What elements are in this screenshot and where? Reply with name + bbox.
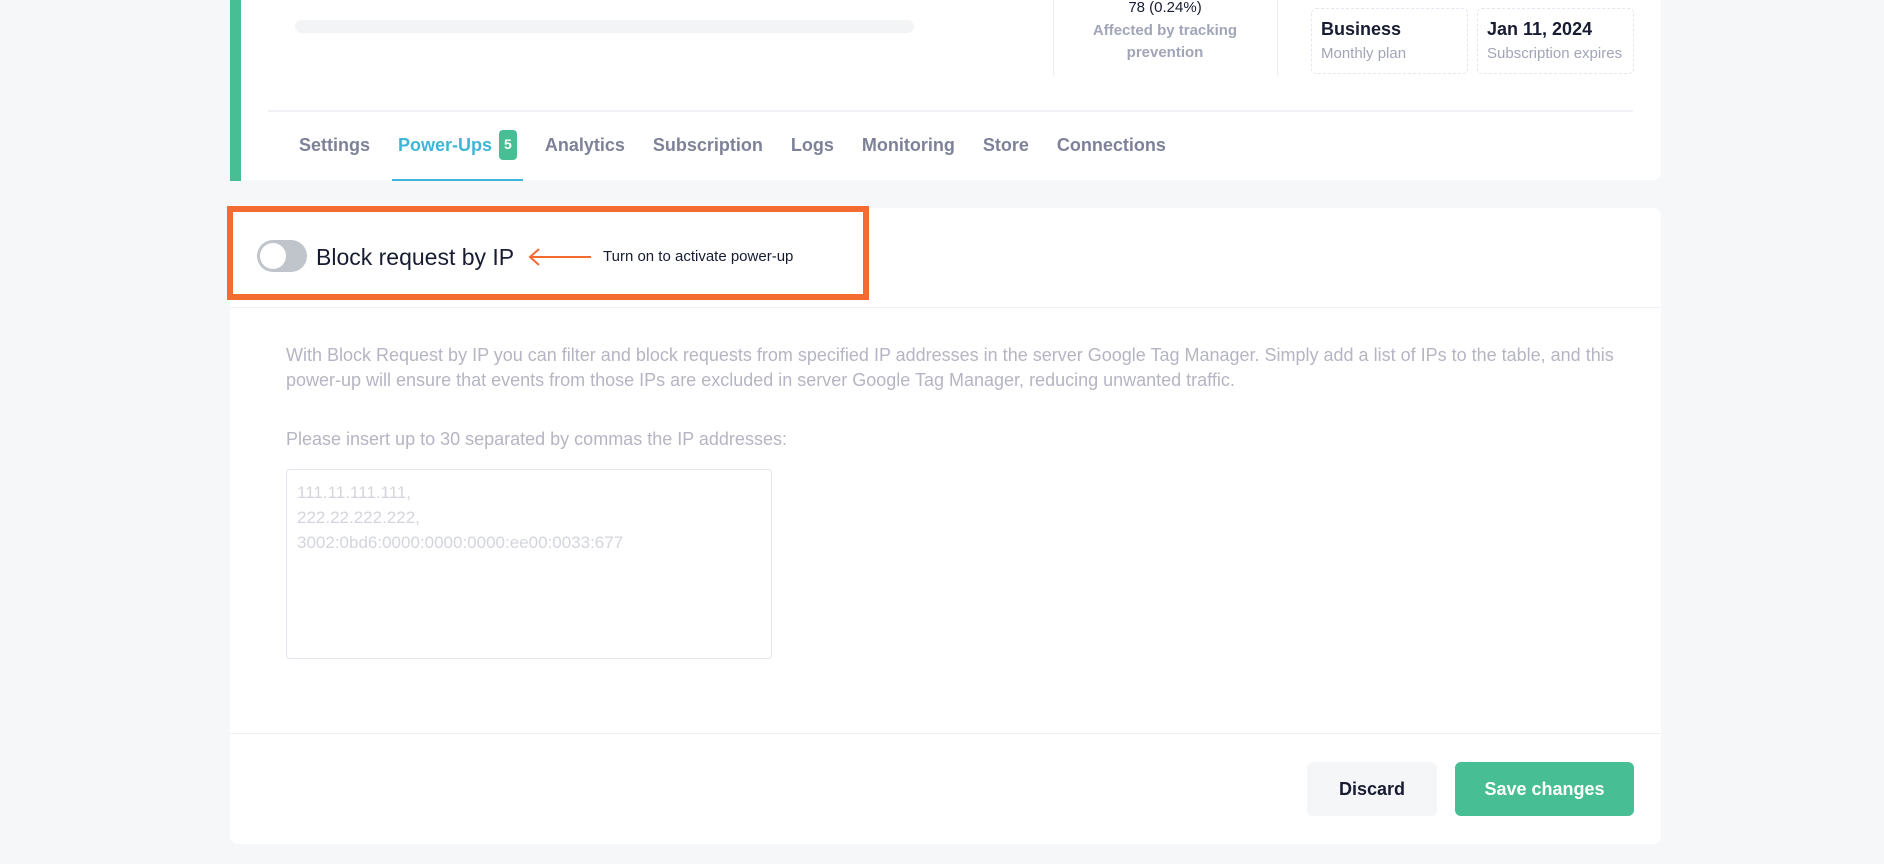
stat-label-line2: prevention	[1126, 44, 1204, 61]
plan-subtitle: Monthly plan	[1321, 45, 1407, 62]
card-divider-top	[230, 307, 1661, 308]
tab-label: Analytics	[544, 135, 625, 155]
usage-progress-bar	[295, 20, 914, 33]
power-up-description: With Block Request by IP you can filter …	[286, 345, 1614, 390]
tab-label: Store	[982, 135, 1029, 155]
tab-store[interactable]: Store	[983, 132, 1029, 180]
tab-label: Connections	[1056, 135, 1166, 155]
ip-list-label: Please insert up to 30 separated by comm…	[286, 429, 787, 449]
discard-button[interactable]: Discard	[1307, 762, 1437, 816]
plan-title: Business	[1321, 19, 1402, 39]
card-divider-bottom	[230, 733, 1661, 734]
tab-connections[interactable]: Connections	[1057, 132, 1166, 180]
tab-settings[interactable]: Settings	[299, 132, 370, 180]
toggle-highlight-frame	[227, 206, 869, 300]
tab-subscription[interactable]: Subscription	[653, 132, 763, 180]
header-accent-bar	[230, 0, 241, 181]
tab-analytics[interactable]: Analytics	[545, 132, 625, 180]
stat-divider-right	[1277, 0, 1278, 76]
stat-value: 78 (0.24%)	[1128, 0, 1202, 16]
tab-monitoring[interactable]: Monitoring	[862, 132, 955, 180]
ip-list-textarea[interactable]	[286, 469, 772, 659]
expiry-date: Jan 11, 2024	[1487, 19, 1593, 39]
tab-label: Power-Ups	[398, 135, 493, 155]
stat-label-line1: Affected by tracking	[1092, 22, 1238, 39]
tab-logs[interactable]: Logs	[791, 132, 834, 180]
save-changes-button[interactable]: Save changes	[1455, 762, 1634, 816]
plan-info-box: Business Monthly plan	[1311, 8, 1468, 74]
header-divider	[268, 110, 1633, 112]
expiry-label: Subscription expires	[1487, 45, 1623, 62]
tab-power-ups[interactable]: Power-Ups 5	[392, 130, 523, 181]
tab-label: Settings	[299, 135, 371, 155]
expiry-info-box: Jan 11, 2024 Subscription expires	[1477, 8, 1634, 74]
tracking-prevention-stat: 78 (0.24%) Affected by tracking preventi…	[1054, 0, 1276, 64]
tab-label: Subscription	[652, 135, 763, 155]
power-ups-count-badge: 5	[499, 130, 517, 160]
project-tabs: Settings Power-Ups 5 Analytics Subscripti…	[299, 130, 1194, 181]
tab-label: Logs	[790, 135, 834, 155]
tab-label: Monitoring	[861, 135, 955, 155]
